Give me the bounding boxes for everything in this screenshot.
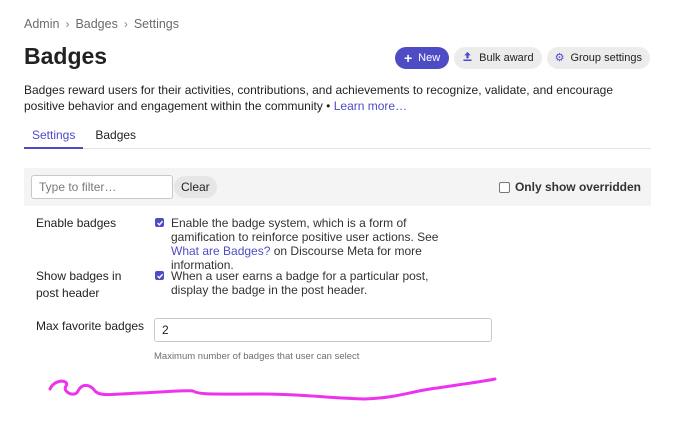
new-button[interactable]: + New xyxy=(394,47,450,69)
group-settings-label: Group settings xyxy=(570,52,642,64)
setting-value: When a user earns a badge for a particul… xyxy=(155,269,461,297)
setting-value: Enable the badge system, which is a form… xyxy=(155,216,461,272)
show-badges-in-post-header-checkbox[interactable] xyxy=(155,271,164,280)
clear-button[interactable]: Clear xyxy=(174,176,217,198)
bulk-award-button[interactable]: Bulk award xyxy=(454,47,542,69)
chevron-right-icon: › xyxy=(123,17,128,31)
new-button-label: New xyxy=(418,52,441,64)
max-favorite-badges-input[interactable] xyxy=(154,318,492,342)
learn-more-link[interactable]: Learn more… xyxy=(334,99,407,113)
check-icon xyxy=(156,220,163,226)
only-show-overridden-toggle[interactable]: Only show overridden xyxy=(498,180,641,194)
setting-description: When a user earns a badge for a particul… xyxy=(171,269,429,297)
page-title: Badges xyxy=(24,43,108,69)
tab-badges[interactable]: Badges xyxy=(87,120,144,148)
setting-help-text: Maximum number of badges that user can s… xyxy=(154,351,360,362)
enable-badges-checkbox[interactable] xyxy=(155,218,164,227)
tab-settings[interactable]: Settings xyxy=(24,120,84,149)
breadcrumb-badges[interactable]: Badges xyxy=(75,17,117,31)
bulk-award-label: Bulk award xyxy=(479,52,534,64)
desc-before: Enable the badge system, which is a form… xyxy=(171,216,439,244)
filter-input[interactable] xyxy=(31,175,173,199)
description-text: Badges reward users for their activities… xyxy=(24,83,613,113)
page-description: Badges reward users for their activities… xyxy=(24,82,654,114)
breadcrumb: Admin › Badges › Settings xyxy=(24,17,179,31)
header-actions: + New Bulk award ⚙ Group settings xyxy=(394,47,650,69)
group-settings-button[interactable]: ⚙ Group settings xyxy=(546,47,650,69)
plus-icon: + xyxy=(403,50,413,66)
setting-label: Max favorite badges xyxy=(36,319,145,333)
upload-icon xyxy=(462,51,473,65)
setting-label: Show badges in post header xyxy=(36,269,122,300)
gear-icon: ⚙ xyxy=(554,51,565,64)
what-are-badges-link[interactable]: What are Badges? xyxy=(171,244,270,258)
breadcrumb-admin[interactable]: Admin xyxy=(24,17,59,31)
only-show-overridden-checkbox[interactable] xyxy=(498,181,510,193)
setting-description: Enable the badge system, which is a form… xyxy=(171,216,461,272)
filter-bar: Clear Only show overridden xyxy=(24,168,651,206)
only-show-overridden-label: Only show overridden xyxy=(514,180,641,194)
chevron-right-icon: › xyxy=(65,17,70,31)
check-icon xyxy=(156,273,163,279)
tab-bar: Settings Badges xyxy=(24,120,651,149)
setting-label: Enable badges xyxy=(36,216,117,230)
breadcrumb-settings: Settings xyxy=(133,17,180,31)
